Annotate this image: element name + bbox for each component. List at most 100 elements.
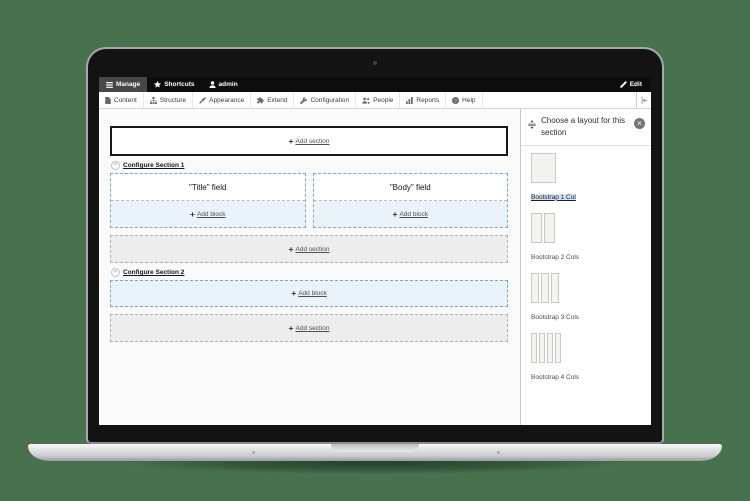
add-section-link[interactable]: Add section xyxy=(289,137,330,146)
toolbar-item-label: admin xyxy=(219,81,238,88)
layout-pane xyxy=(531,333,537,363)
laptop-notch xyxy=(331,444,419,452)
toolbar-item-label: Manage xyxy=(116,81,140,88)
puzzle-icon xyxy=(257,97,264,104)
add-block-region[interactable]: Add block xyxy=(111,201,305,227)
plus-icon xyxy=(291,289,296,298)
sidebar-title: Choose a layout for this section xyxy=(541,115,629,140)
remove-section-icon[interactable] xyxy=(111,161,120,170)
bar-chart-icon xyxy=(406,97,413,104)
layout-options-list: Bootstrap 1 Col Bootstrap 2 Cols xyxy=(521,146,651,400)
pencil-icon xyxy=(620,81,627,88)
body-field-block[interactable]: "Body" field xyxy=(314,174,508,201)
user-icon xyxy=(209,81,216,88)
add-section-link[interactable]: Add section xyxy=(289,245,330,254)
menu-item-help[interactable]: ? Help xyxy=(446,92,482,108)
close-icon[interactable] xyxy=(634,118,645,129)
layout-pane xyxy=(551,273,559,303)
collapse-toolbar-icon[interactable] xyxy=(636,92,651,108)
layout-chooser-sidebar: Choose a layout for this section Bootstr… xyxy=(520,109,651,425)
laptop-bezel: Manage Shortcuts admin Edit xyxy=(86,47,664,444)
layout-option-bootstrap-1-col[interactable]: Bootstrap 1 Col xyxy=(531,153,641,204)
layout-pane xyxy=(541,273,549,303)
layout-thumbnail-2cols xyxy=(531,213,555,243)
toolbar-spacer xyxy=(245,77,611,92)
people-icon xyxy=(362,97,370,104)
section-1-header: Configure Section 1 xyxy=(111,161,508,170)
add-block-region[interactable]: Add block xyxy=(314,201,508,227)
section-2-add-block-region[interactable]: Add block xyxy=(110,280,508,307)
layout-option-bootstrap-4-cols[interactable]: Bootstrap 4 Cols xyxy=(531,333,641,384)
edit-button[interactable]: Edit xyxy=(611,77,651,92)
help-icon: ? xyxy=(452,97,459,104)
plus-icon xyxy=(289,245,294,254)
menu-item-label: Content xyxy=(114,97,137,104)
layout-option-label[interactable]: Bootstrap 1 Col xyxy=(531,194,576,201)
layout-pane xyxy=(547,333,553,363)
menu-item-label: Extend xyxy=(267,97,287,104)
layout-pane xyxy=(531,153,556,183)
add-block-link[interactable]: Add block xyxy=(190,210,226,219)
menu-bar-spacer xyxy=(483,92,636,108)
plus-icon xyxy=(289,137,294,146)
sidebar-header: Choose a layout for this section xyxy=(521,109,651,146)
toolbar-item-shortcuts[interactable]: Shortcuts xyxy=(147,77,201,92)
menu-item-label: Reports xyxy=(416,97,439,104)
edit-label: Edit xyxy=(630,81,642,88)
toolbar-item-manage[interactable]: Manage xyxy=(99,77,147,92)
wrench-icon xyxy=(300,97,307,104)
toolbar-item-admin[interactable]: admin xyxy=(202,77,245,92)
menu-item-reports[interactable]: Reports xyxy=(400,92,446,108)
layout-option-label[interactable]: Bootstrap 2 Cols xyxy=(531,254,579,261)
add-section-top[interactable]: Add section xyxy=(110,126,508,156)
add-section-bottom[interactable]: Add section xyxy=(110,314,508,342)
menu-item-structure[interactable]: Structure xyxy=(144,92,193,108)
brush-icon xyxy=(199,97,206,104)
layout-option-label[interactable]: Bootstrap 3 Cols xyxy=(531,314,579,321)
laptop-screw xyxy=(252,451,255,454)
star-icon xyxy=(154,81,161,88)
configure-section-2-link[interactable]: Configure Section 2 xyxy=(123,269,184,276)
menu-item-label: Configuration xyxy=(310,97,349,104)
add-block-link[interactable]: Add block xyxy=(291,289,327,298)
toolbar-item-label: Shortcuts xyxy=(164,81,194,88)
layout-pane xyxy=(531,213,542,243)
menu-item-label: Appearance xyxy=(209,97,244,104)
menu-item-extend[interactable]: Extend xyxy=(251,92,294,108)
plus-icon xyxy=(289,324,294,333)
add-block-label: Add block xyxy=(298,290,327,297)
hamburger-icon xyxy=(106,82,113,88)
layout-builder-canvas: Add section Configure Section 1 "Title" … xyxy=(99,109,520,425)
layout-option-label[interactable]: Bootstrap 4 Cols xyxy=(531,374,579,381)
block-label: "Body" field xyxy=(390,183,431,192)
add-block-label: Add block xyxy=(197,211,226,218)
svg-text:?: ? xyxy=(454,98,457,104)
menu-item-appearance[interactable]: Appearance xyxy=(193,92,251,108)
section-1-column-2: "Body" field Add block xyxy=(313,173,509,228)
add-section-middle[interactable]: Add section xyxy=(110,235,508,263)
document-icon xyxy=(105,97,111,104)
layout-option-bootstrap-2-cols[interactable]: Bootstrap 2 Cols xyxy=(531,213,641,264)
drag-handle-icon[interactable] xyxy=(528,120,536,129)
configure-section-1-link[interactable]: Configure Section 1 xyxy=(123,162,184,169)
block-label: "Title" field xyxy=(189,183,226,192)
add-section-label: Add section xyxy=(296,325,330,332)
add-block-link[interactable]: Add block xyxy=(392,210,428,219)
layout-thumbnail-1col xyxy=(531,153,556,183)
plus-icon xyxy=(392,210,397,219)
laptop-screw xyxy=(497,451,500,454)
add-section-link[interactable]: Add section xyxy=(289,324,330,333)
laptop-base xyxy=(28,444,722,461)
menu-item-label: Structure xyxy=(160,97,186,104)
add-section-label: Add section xyxy=(296,138,330,145)
remove-section-icon[interactable] xyxy=(111,268,120,277)
layout-option-bootstrap-3-cols[interactable]: Bootstrap 3 Cols xyxy=(531,273,641,324)
menu-item-people[interactable]: People xyxy=(356,92,400,108)
menu-item-content[interactable]: Content xyxy=(99,92,144,108)
title-field-block[interactable]: "Title" field xyxy=(111,174,305,201)
layout-thumbnail-4cols xyxy=(531,333,561,363)
layout-thumbnail-3cols xyxy=(531,273,559,303)
menu-item-configuration[interactable]: Configuration xyxy=(294,92,356,108)
webcam-icon xyxy=(373,61,377,65)
section-1-columns: "Title" field Add block "Body" field xyxy=(110,173,508,228)
